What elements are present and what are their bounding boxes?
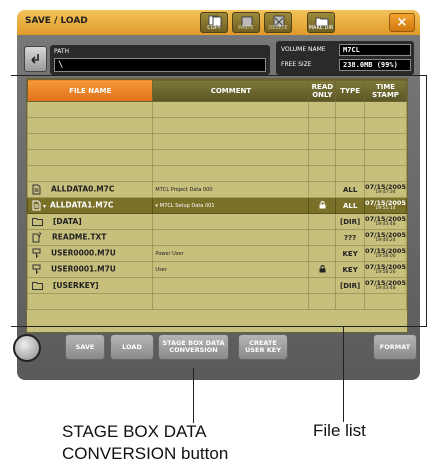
window-title: SAVE / LOAD xyxy=(25,16,88,26)
volume-name-label: VOLUME NAME xyxy=(281,46,326,53)
back-button[interactable] xyxy=(24,46,47,72)
copy-label: COPY xyxy=(207,25,221,31)
paste-button[interactable]: PASTE xyxy=(232,12,260,33)
data-entry-knob[interactable] xyxy=(13,334,41,362)
stage-box-callout: STAGE BOX DATA CONVERSION button xyxy=(62,422,229,463)
file-list-bracket xyxy=(11,75,427,327)
free-size-value: 238.0MB (99%) xyxy=(339,59,411,71)
path-box: PATH \ xyxy=(50,45,270,75)
path-label: PATH xyxy=(54,48,70,55)
make-dir-label: MAKE DIR xyxy=(308,25,334,31)
stage-box-leader-line xyxy=(193,368,194,423)
title-bar: SAVE / LOAD COPY PASTE DELETE MAKE DIR × xyxy=(17,10,420,35)
stage-box-data-conversion-button[interactable]: STAGE BOX DATA CONVERSION xyxy=(158,334,229,360)
close-button[interactable]: × xyxy=(389,13,415,32)
delete-button[interactable]: DELETE xyxy=(264,12,292,33)
file-list-callout: File list xyxy=(313,421,366,440)
make-dir-button[interactable]: MAKE DIR xyxy=(307,12,335,33)
save-button[interactable]: SAVE xyxy=(65,334,105,360)
volume-info: VOLUME NAME M7CL FREE SIZE 238.0MB (99%) xyxy=(276,41,414,75)
volume-name-value: M7CL xyxy=(339,44,411,56)
file-list-leader-line xyxy=(343,327,344,422)
free-size-label: FREE SIZE xyxy=(281,61,312,68)
delete-label: DELETE xyxy=(268,25,288,31)
copy-button[interactable]: COPY xyxy=(200,12,228,33)
path-field: \ xyxy=(54,58,266,72)
paste-label: PASTE xyxy=(238,25,254,31)
load-button[interactable]: LOAD xyxy=(110,334,154,360)
return-arrow-icon xyxy=(31,54,39,64)
format-button[interactable]: FORMAT xyxy=(373,334,417,360)
create-user-key-button[interactable]: CREATE USER KEY xyxy=(238,334,288,360)
